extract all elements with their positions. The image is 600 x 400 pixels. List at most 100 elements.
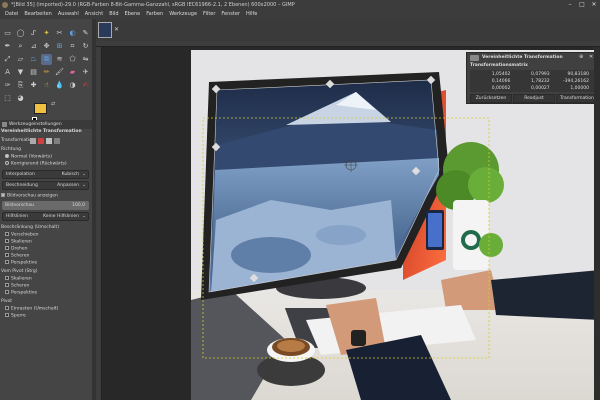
matrix-cell: 1,00000 — [570, 86, 589, 91]
layer-transform-icon[interactable] — [30, 138, 36, 144]
menu-auswahl[interactable]: Auswahl — [55, 10, 82, 19]
from-pivot-label: Vom Pivot (Strg) — [1, 269, 38, 274]
chevron-down-icon: ⌄ — [82, 214, 86, 219]
clipping-dropdown[interactable]: Beschneidung Anpassen ⌄ — [2, 181, 89, 190]
heal-icon[interactable]: ✚ — [28, 80, 39, 91]
bucket-fill-icon[interactable]: ▼ — [15, 67, 26, 78]
menu-bar: Datei Bearbeiten Auswahl Ansicht Bild Eb… — [0, 10, 600, 19]
crop-icon[interactable]: ⌗ — [67, 41, 78, 52]
constrain-move-checkbox[interactable]: Verschieben — [5, 232, 39, 238]
menu-filter[interactable]: Filter — [200, 10, 218, 19]
menu-ansicht[interactable]: Ansicht — [82, 10, 106, 19]
warp-transform-icon[interactable]: ≋ — [54, 54, 65, 65]
tool-options-icon — [2, 122, 7, 127]
close-button[interactable]: ✕ — [588, 0, 600, 10]
blur-icon[interactable]: 💧 — [54, 80, 65, 91]
rotate-icon[interactable]: ↻ — [80, 41, 91, 52]
mypaint-icon[interactable]: ✍ — [80, 80, 91, 91]
preview-opacity-slider[interactable]: Bildvorschau 100,0 — [2, 201, 89, 210]
selection-transform-icon[interactable] — [38, 138, 44, 144]
tool-options-tab-label: Werkzeugeinstellungen — [9, 122, 62, 127]
ellipse-select-icon[interactable]: ◯ — [15, 28, 26, 39]
menu-fenster[interactable]: Fenster — [218, 10, 243, 19]
maximize-button[interactable]: □ — [576, 0, 588, 10]
menu-datei[interactable]: Datei — [2, 10, 21, 19]
perspective-icon[interactable]: ⏢ — [28, 54, 39, 65]
transform-button[interactable]: Transformation — [556, 94, 598, 103]
move-icon[interactable]: ✥ — [41, 41, 52, 52]
pivot-snap-checkbox[interactable]: Einrasten (Umschalt) — [5, 306, 58, 312]
pin-icon[interactable]: ⊕ — [579, 54, 583, 60]
paint-select-icon[interactable]: ⬚ — [2, 93, 13, 104]
menu-werkzeuge[interactable]: Werkzeuge — [166, 10, 200, 19]
free-select-icon[interactable]: ᔑ — [28, 28, 39, 39]
swap-colors-icon[interactable]: ⇄ — [51, 101, 55, 107]
dialog-buttons: Zurücksetzen Readjust Transformation — [470, 94, 598, 103]
minimize-button[interactable]: – — [564, 0, 576, 10]
foreground-color-swatch[interactable] — [34, 103, 47, 114]
close-icon[interactable]: ✕ — [589, 54, 593, 60]
transform-matrix: 1,05402 0,07993 90,83180 0,14066 1,78232… — [470, 70, 594, 92]
unified-transform-icon[interactable]: ⧉ — [41, 54, 52, 65]
color-picker-icon[interactable]: ✒ — [2, 41, 13, 52]
menu-ebene[interactable]: Ebene — [122, 10, 144, 19]
interpolation-dropdown[interactable]: Interpolation Kubisch ⌄ — [2, 170, 89, 179]
reset-button[interactable]: Zurücksetzen — [470, 94, 512, 103]
pencil-icon[interactable]: ✏ — [41, 67, 52, 78]
ink-icon[interactable]: ✑ — [2, 80, 13, 91]
zoom-icon[interactable]: ⌕ — [15, 41, 26, 52]
unified-transform-dialog: Vereinheitlichte Transformation ⊕ ✕ Tran… — [466, 52, 600, 104]
smudge-icon[interactable]: ☝ — [41, 80, 52, 91]
dodge-burn-icon[interactable]: ◑ — [67, 80, 78, 91]
airbrush-icon[interactable]: ✈ — [80, 67, 91, 78]
shear-icon[interactable]: ▱ — [15, 54, 26, 65]
vertical-scrollbar[interactable] — [594, 47, 600, 400]
dialog-title: Vereinheitlichte Transformation — [482, 55, 563, 60]
chevron-down-icon: ⌄ — [82, 183, 86, 188]
unified-transform-icon — [470, 55, 479, 61]
path-transform-icon[interactable] — [46, 138, 52, 144]
image-thumbnail[interactable] — [98, 22, 112, 38]
direction-corrective-radio[interactable]: Korrigierend (Rückwärts) — [5, 161, 67, 167]
color-balance-icon[interactable]: ◕ — [15, 93, 26, 104]
show-preview-checkbox[interactable]: Bildvorschau anzeigen — [1, 193, 58, 199]
pivot-section-label: Pivot — [1, 299, 13, 304]
matrix-label: Transformationsmatrix — [470, 63, 528, 68]
paths-icon[interactable]: ✎ — [80, 28, 91, 39]
tool-options-tab[interactable]: Werkzeugeinstellungen — [0, 120, 92, 129]
pivot-shear-checkbox[interactable]: Scheren — [5, 283, 29, 289]
direction-label: Richtung — [1, 147, 22, 152]
paintbrush-icon[interactable]: 🖌 — [54, 67, 65, 78]
flip-icon[interactable]: ⇋ — [80, 54, 91, 65]
readjust-button[interactable]: Readjust — [513, 94, 555, 103]
pivot-lock-checkbox[interactable]: Sperre — [5, 313, 26, 319]
scale-icon[interactable]: ⤢ — [2, 54, 13, 65]
foreground-select-icon[interactable]: ◐ — [67, 28, 78, 39]
pivot-scale-checkbox[interactable]: Skalieren — [5, 276, 32, 282]
constrain-rotate-checkbox[interactable]: Drehen — [5, 246, 27, 252]
menu-bild[interactable]: Bild — [106, 10, 121, 19]
clone-icon[interactable]: ⎘ — [15, 80, 26, 91]
direction-normal-radio[interactable]: Normal (Vorwärts) — [5, 154, 52, 160]
menu-farben[interactable]: Farben — [143, 10, 166, 19]
image-transform-icon[interactable] — [54, 138, 60, 144]
image-tabs: ✕ — [96, 19, 600, 41]
constrain-perspective-checkbox[interactable]: Perspektive — [5, 260, 37, 266]
rect-select-icon[interactable]: ▭ — [2, 28, 13, 39]
guides-dropdown[interactable]: Hilfslinien Keine Hilfslinien ⌄ — [2, 212, 89, 221]
scissors-icon[interactable]: ✂ — [54, 28, 65, 39]
close-image-icon[interactable]: ✕ — [114, 26, 119, 33]
align-icon[interactable]: ⊞ — [54, 41, 65, 52]
text-icon[interactable]: A — [2, 67, 13, 78]
menu-hilfe[interactable]: Hilfe — [243, 10, 260, 19]
matrix-cell: 90,83180 — [567, 72, 589, 77]
gradient-icon[interactable]: ▤ — [28, 67, 39, 78]
constrain-shear-checkbox[interactable]: Scheren — [5, 253, 29, 259]
constrain-scale-checkbox[interactable]: Skalieren — [5, 239, 32, 245]
pivot-perspective-checkbox[interactable]: Perspektive — [5, 290, 37, 296]
measure-icon[interactable]: ⊿ — [28, 41, 39, 52]
cage-transform-icon[interactable]: ⬠ — [67, 54, 78, 65]
fuzzy-select-icon[interactable]: ✦ — [41, 28, 52, 39]
menu-bearbeiten[interactable]: Bearbeiten — [21, 10, 54, 19]
eraser-icon[interactable]: ▰ — [67, 67, 78, 78]
